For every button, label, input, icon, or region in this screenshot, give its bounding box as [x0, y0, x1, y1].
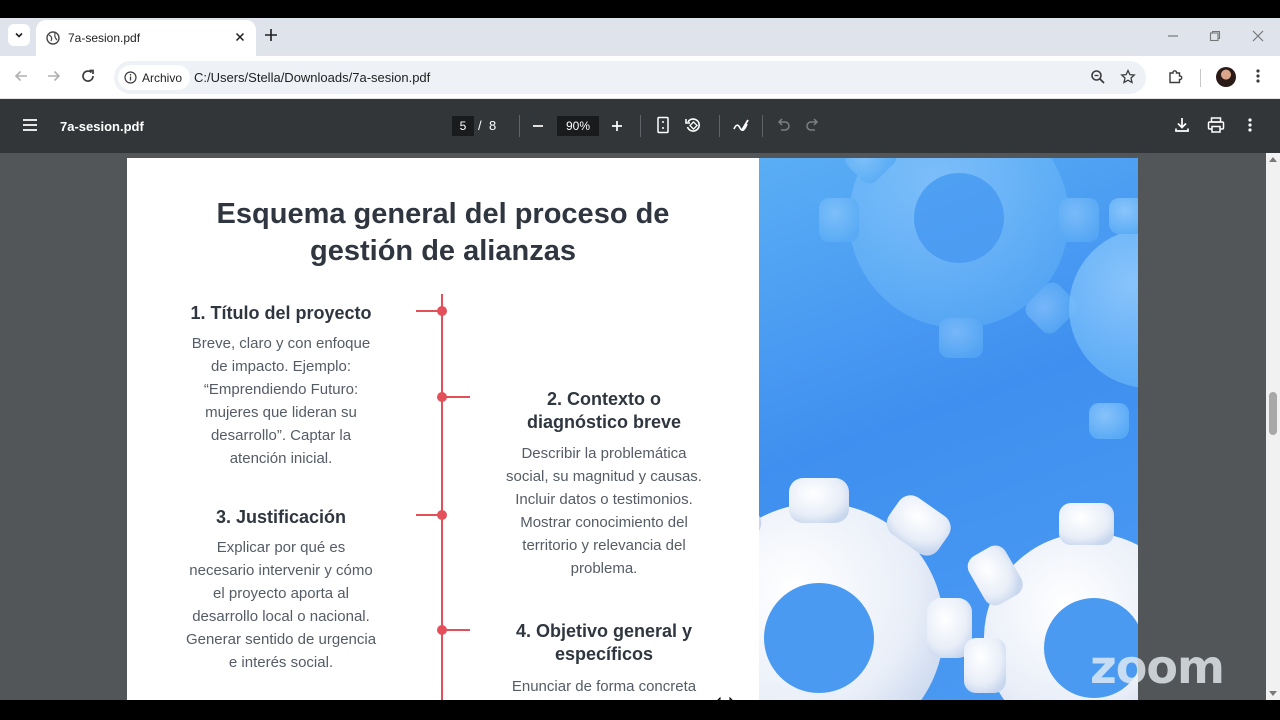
- body-line: de impacto. Ejemplo:: [210, 358, 352, 375]
- more-vert-icon[interactable]: [1255, 68, 1261, 84]
- zoom-level-input[interactable]: 90%: [557, 116, 599, 136]
- timeline-dot: [437, 306, 447, 316]
- back-arrow-icon[interactable]: [13, 68, 29, 84]
- profile-avatar[interactable]: [1216, 67, 1236, 87]
- body-line: territorio y relevancia del: [522, 537, 686, 554]
- section-title: 2. Contexto o diagnóstico breve: [489, 388, 719, 434]
- body-line: necesario intervenir y cómo: [189, 562, 373, 579]
- slide-title-line: gestión de alianzas: [310, 235, 576, 267]
- section-title-line: 4. Objetivo general y: [515, 621, 693, 641]
- zoom-watermark: zoom: [1090, 640, 1225, 694]
- url-text[interactable]: C:/Users/Stella/Downloads/7a-sesion.pdf: [194, 70, 430, 85]
- zoom-magnifier-icon[interactable]: [1090, 69, 1106, 85]
- minimize-icon[interactable]: [1167, 30, 1179, 42]
- toolbar-divider: [762, 115, 763, 137]
- tab-search-button[interactable]: [8, 24, 30, 46]
- resize-cursor-icon: [714, 696, 736, 700]
- pdf-toolbar: 7a-sesion.pdf 5 / 8 90%: [0, 99, 1280, 153]
- timeline-dot: [437, 510, 447, 520]
- body-line: “Emprendiendo Futuro:: [203, 381, 359, 398]
- body-line: Enunciar de forma concreta: [511, 678, 697, 695]
- address-bar[interactable]: Archivo C:/Users/Stella/Downloads/7a-ses…: [114, 61, 1146, 94]
- tab-title: 7a-sesion.pdf: [68, 31, 141, 45]
- print-icon[interactable]: [1207, 116, 1225, 134]
- section-body: Enunciar de forma concreta: [489, 675, 719, 698]
- body-line: e interés social.: [228, 654, 334, 671]
- pdf-file-name: 7a-sesion.pdf: [60, 119, 144, 134]
- timeline-dot: [437, 625, 447, 635]
- close-icon[interactable]: [234, 31, 246, 43]
- redo-icon[interactable]: [805, 116, 821, 134]
- chevron-down-icon: [15, 32, 23, 38]
- browser-tab[interactable]: 7a-sesion.pdf: [36, 20, 256, 56]
- info-icon: [124, 71, 137, 84]
- extensions-puzzle-icon[interactable]: [1167, 68, 1184, 85]
- slide-title: Esquema general del proceso de gestión d…: [127, 196, 759, 270]
- section-title-line: 2. Contexto o: [546, 389, 661, 409]
- body-line: social, su magnitud y causas.: [506, 468, 702, 485]
- section-title: 1. Título del proyecto: [190, 303, 372, 323]
- page-total: 8: [489, 118, 497, 133]
- fit-page-icon[interactable]: [656, 116, 670, 134]
- pdf-more-vert-icon[interactable]: [1247, 116, 1253, 134]
- body-line: Generar sentido de urgencia: [185, 631, 377, 648]
- rotate-icon[interactable]: [684, 116, 702, 134]
- section-body: Breve, claro y con enfoque de impacto. E…: [167, 332, 395, 470]
- timeline-dot: [437, 392, 447, 402]
- toolbar-divider: [519, 115, 520, 137]
- download-icon[interactable]: [1174, 116, 1190, 134]
- tab-strip: 7a-sesion.pdf: [0, 18, 1280, 56]
- body-line: el proyecto aporta al: [213, 585, 349, 602]
- section-body: Describir la problemática social, su mag…: [489, 442, 719, 580]
- bookmark-star-icon[interactable]: [1120, 69, 1136, 85]
- gears-illustration: [759, 158, 1138, 700]
- restore-icon[interactable]: [1209, 30, 1221, 42]
- browser-toolbar: Archivo C:/Users/Stella/Downloads/7a-ses…: [0, 56, 1280, 99]
- body-line: mujeres que lideran su: [205, 404, 357, 421]
- globe-icon: [46, 31, 60, 45]
- section-title-line: específicos: [554, 644, 654, 664]
- pdf-page: Esquema general del proceso de gestión d…: [127, 158, 1138, 700]
- section-title: 3. Justificación: [215, 507, 347, 527]
- body-line: desarrollo”. Captar la: [210, 427, 352, 444]
- page-number-input[interactable]: 5: [452, 116, 474, 136]
- body-line: Incluir datos o testimonios.: [515, 491, 693, 508]
- section-body: Explicar por qué es necesario intervenir…: [167, 536, 395, 674]
- body-line: problema.: [570, 560, 638, 577]
- body-line: Breve, claro y con enfoque: [191, 335, 371, 352]
- body-line: Mostrar conocimiento del: [520, 514, 688, 531]
- scroll-up-icon[interactable]: [1269, 157, 1277, 162]
- toolbar-divider: [1200, 69, 1201, 87]
- gear-icon: [759, 158, 1138, 700]
- section-title: 4. Objetivo general y específicos: [489, 620, 719, 666]
- page-separator: /: [478, 118, 482, 133]
- pdf-viewer[interactable]: Esquema general del proceso de gestión d…: [0, 153, 1280, 700]
- hamburger-menu-icon[interactable]: [22, 118, 38, 132]
- forward-arrow-icon[interactable]: [46, 68, 62, 84]
- slide-title-line: Esquema general del proceso de: [216, 198, 670, 230]
- undo-icon[interactable]: [775, 116, 791, 134]
- new-tab-icon[interactable]: [264, 28, 278, 42]
- reload-icon[interactable]: [80, 68, 96, 84]
- vertical-scrollbar[interactable]: [1266, 153, 1280, 700]
- body-line: Describir la problemática: [521, 445, 687, 462]
- zoom-in-icon[interactable]: [611, 119, 623, 133]
- toolbar-divider: [719, 115, 720, 137]
- toolbar-divider: [640, 115, 641, 137]
- zoom-out-icon[interactable]: [532, 119, 544, 133]
- body-line: desarrollo local o nacional.: [192, 608, 370, 625]
- close-window-icon[interactable]: [1252, 30, 1264, 42]
- site-info-chip[interactable]: Archivo: [118, 65, 191, 90]
- site-info-label: Archivo: [142, 70, 183, 85]
- section-title-line: diagnóstico breve: [526, 412, 682, 432]
- body-line: atención inicial.: [229, 450, 333, 467]
- timeline-line: [441, 294, 443, 700]
- scrollbar-thumb[interactable]: [1269, 392, 1277, 435]
- annotate-pen-icon[interactable]: [732, 116, 750, 134]
- scroll-down-icon[interactable]: [1269, 691, 1277, 696]
- body-line: Explicar por qué es: [216, 539, 346, 556]
